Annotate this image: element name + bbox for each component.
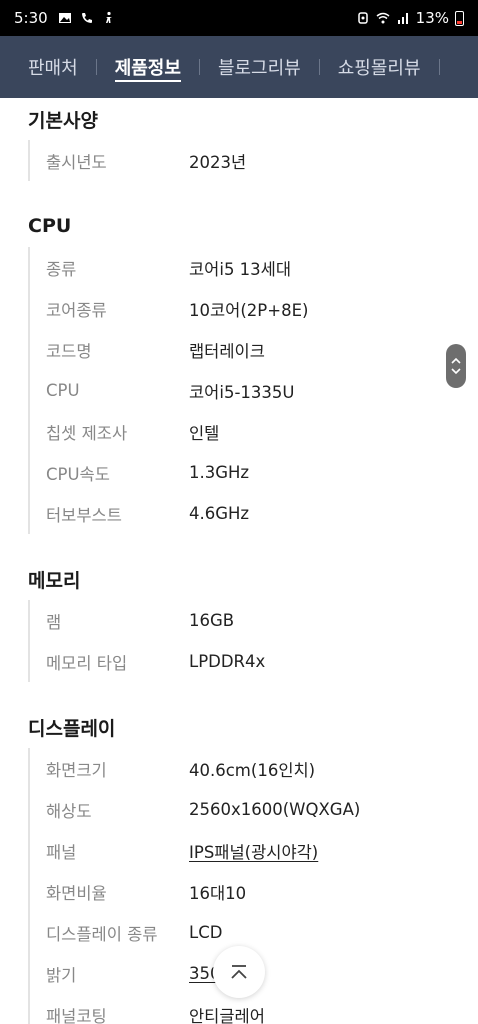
- spec-label: CPU속도: [46, 464, 110, 484]
- spec-list: 출시년도 2023년: [28, 140, 478, 181]
- section-title: CPU: [28, 215, 72, 237]
- spec-label: 화면비율: [46, 883, 107, 903]
- spec-row: 디스플레이 종류 LCD: [46, 912, 478, 953]
- spec-value: 코어i5 13세대: [189, 259, 292, 279]
- spec-value: 2560x1600(WQXGA): [189, 800, 361, 819]
- spec-value: 1.3GHz: [189, 463, 250, 482]
- spec-value: 랩터레이크: [189, 341, 265, 361]
- spec-value: LCD: [189, 923, 223, 942]
- image-icon: [58, 13, 71, 23]
- spec-value: 10코어(2P+8E): [189, 300, 309, 320]
- spec-label: 밝기: [46, 965, 77, 985]
- spec-row: 터보부스트 4.6GHz: [46, 493, 478, 534]
- spec-label: 램: [46, 612, 62, 632]
- status-bar: 5:30 13%: [0, 0, 478, 36]
- spec-label: 종류: [46, 259, 77, 279]
- section-memory: 메모리 램 16GB 메모리 타입 LPDDR4x: [0, 558, 478, 682]
- spec-value: 안티글레어: [189, 1006, 265, 1024]
- section-title: 기본사양: [28, 109, 98, 132]
- spec-row: CPU속도 1.3GHz: [46, 452, 478, 493]
- spec-value: LPDDR4x: [189, 652, 266, 671]
- spec-value: 2023년: [189, 152, 247, 172]
- tab-divider: [95, 59, 97, 75]
- tab-divider: [318, 59, 320, 75]
- battery-icon: [455, 10, 464, 26]
- section-title: 디스플레이: [28, 717, 116, 740]
- chevron-down-icon: [451, 368, 461, 375]
- section-basic: 기본사양 출시년도 2023년: [0, 98, 478, 181]
- tab-mall-reviews[interactable]: 쇼핑몰리뷰: [338, 36, 421, 98]
- signal-icon: [397, 13, 408, 24]
- scroll-to-top-button[interactable]: [213, 946, 265, 998]
- tab-bar: 판매처 제품정보 블로그리뷰 쇼핑몰리뷰: [0, 36, 478, 98]
- spec-label: 출시년도: [46, 152, 107, 172]
- battery-percent: 13%: [415, 9, 449, 27]
- spec-label: 메모리 타입: [46, 653, 128, 673]
- spec-row: 화면비율 16대10: [46, 871, 478, 912]
- fast-scroll-handle[interactable]: [446, 344, 466, 388]
- spec-label: 디스플레이 종류: [46, 924, 158, 944]
- tab-blog-reviews[interactable]: 블로그리뷰: [218, 36, 301, 98]
- section-cpu: CPU 종류 코어i5 13세대 코어종류 10코어(2P+8E) 코드명 랩터레이크…: [0, 205, 478, 534]
- spec-value: 코어i5-1335U: [189, 382, 295, 402]
- chevron-up-icon: [451, 357, 461, 364]
- spec-label: 칩셋 제조사: [46, 423, 128, 443]
- spec-row: 화면크기 40.6cm(16인치): [46, 748, 478, 789]
- spec-label: 터보부스트: [46, 505, 122, 525]
- section-title: 메모리: [28, 569, 81, 592]
- spec-label: 패널: [46, 842, 77, 862]
- product-spec-content[interactable]: 기본사양 출시년도 2023년 CPU 종류 코어i5 13세대 코어종류 10코어…: [0, 98, 478, 1024]
- accessibility-icon: [105, 11, 112, 23]
- spec-row: 해상도 2560x1600(WQXGA): [46, 789, 478, 830]
- tab-divider: [438, 59, 440, 75]
- tab-divider: [198, 59, 200, 75]
- spec-label: CPU: [46, 381, 80, 400]
- spec-row: CPU 코어i5-1335U: [46, 370, 478, 411]
- spec-list: 종류 코어i5 13세대 코어종류 10코어(2P+8E) 코드명 랩터레이크 CPU…: [28, 247, 478, 534]
- spec-label: 해상도: [46, 801, 92, 821]
- spec-row: 메모리 타입 LPDDR4x: [46, 641, 478, 682]
- spec-value: 16대10: [189, 883, 247, 903]
- spec-value: 4.6GHz: [189, 504, 250, 523]
- spec-row: 램 16GB: [46, 600, 478, 641]
- spec-label: 화면크기: [46, 760, 107, 780]
- spec-row: 칩셋 제조사 인텔: [46, 411, 478, 452]
- spec-value: 40.6cm(16인치): [189, 760, 316, 780]
- panel-type-link[interactable]: IPS패널(광시야각): [189, 839, 318, 863]
- wifi-icon: [376, 12, 390, 24]
- alarm-icon: [357, 12, 368, 24]
- spec-row: 코어종류 10코어(2P+8E): [46, 288, 478, 329]
- spec-value: 인텔: [189, 423, 220, 443]
- spec-row: 종류 코어i5 13세대: [46, 247, 478, 288]
- spec-label: 코어종류: [46, 300, 107, 320]
- spec-row: 출시년도 2023년: [46, 140, 478, 181]
- spec-list: 램 16GB 메모리 타입 LPDDR4x: [28, 600, 478, 682]
- spec-row: 패널코팅 안티글레어: [46, 994, 478, 1024]
- spec-row: 패널 IPS패널(광시야각): [46, 830, 478, 871]
- spec-label: 패널코팅: [46, 1006, 107, 1024]
- tab-product-info[interactable]: 제품정보: [114, 36, 182, 98]
- arrow-up-to-top-icon: [231, 965, 247, 979]
- spec-value: 16GB: [189, 611, 235, 630]
- spec-row: 코드명 랩터레이크: [46, 329, 478, 370]
- status-time: 5:30: [14, 9, 48, 27]
- call-icon: [81, 13, 92, 23]
- spec-label: 코드명: [46, 341, 92, 361]
- tab-sellers[interactable]: 판매처: [28, 36, 78, 98]
